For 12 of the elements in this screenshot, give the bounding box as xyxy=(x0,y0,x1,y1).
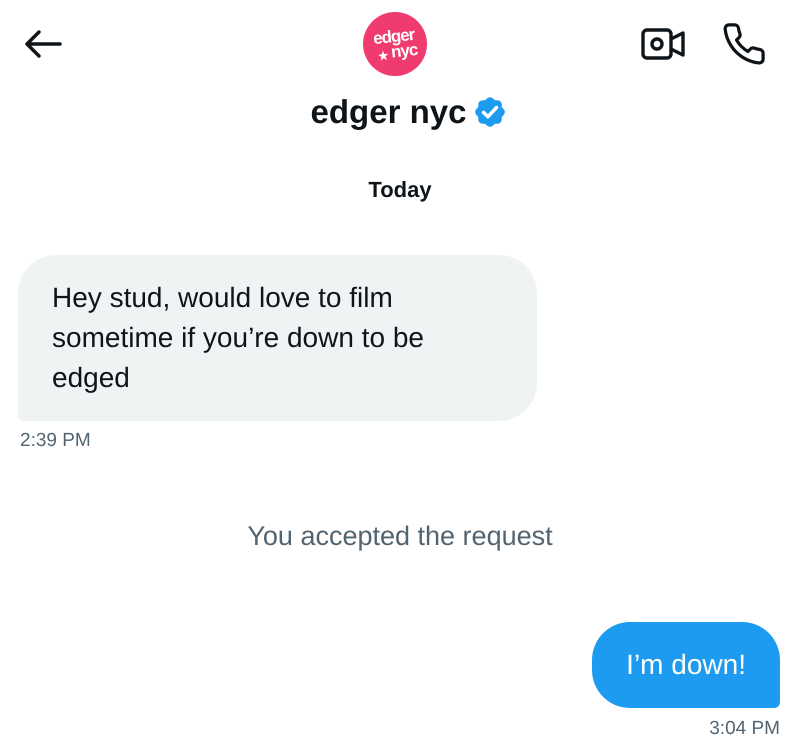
timestamp: 3:04 PM xyxy=(709,719,780,739)
received-message: Hey stud, would love to film sometime if you’re down to be edged xyxy=(18,255,537,421)
date-divider: Today xyxy=(367,176,433,204)
back-icon[interactable] xyxy=(24,29,62,59)
sent-message: I’m down! xyxy=(592,622,780,708)
star-icon xyxy=(378,50,389,62)
phone-icon[interactable] xyxy=(723,23,765,65)
system-notice: You accepted the request xyxy=(246,520,554,553)
contact-name: edger nyc xyxy=(310,92,466,132)
video-camera-icon[interactable] xyxy=(641,28,685,60)
timestamp: 2:39 PM xyxy=(19,429,91,453)
logo-text: edger xyxy=(372,26,415,48)
